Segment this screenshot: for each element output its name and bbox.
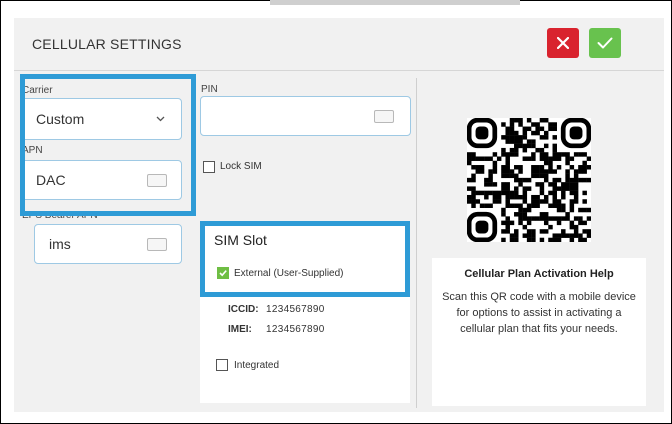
external-sim-label: External (User-Supplied) [234, 268, 344, 279]
keyboard-icon[interactable] [374, 110, 394, 123]
eps-bearer-apn-input[interactable]: ims [34, 224, 182, 264]
highlight-carrier-apn [20, 74, 196, 216]
external-sim-checkbox[interactable] [217, 267, 229, 279]
help-text: Scan this QR code with a mobile device f… [442, 291, 636, 335]
column-divider [416, 78, 417, 408]
qr-code [466, 117, 592, 243]
confirm-button[interactable] [589, 28, 621, 58]
lock-sim-label: Lock SIM [220, 161, 262, 172]
check-icon [219, 270, 227, 277]
dialog-header: CELLULAR SETTINGS [14, 18, 664, 71]
cancel-button[interactable] [547, 28, 579, 58]
pin-input[interactable] [200, 96, 411, 136]
cellular-settings-dialog: CELLULAR SETTINGS Carrier Custom APN DAC… [14, 18, 664, 412]
integrated-label: Integrated [234, 360, 280, 371]
close-icon [557, 37, 569, 49]
eps-bearer-apn-value: ims [49, 236, 71, 252]
top-strip [270, 0, 520, 5]
dialog-title: CELLULAR SETTINGS [32, 36, 182, 52]
sim-slot-title: SIM Slot [214, 232, 267, 248]
check-icon [597, 37, 613, 49]
pin-label: PIN [201, 84, 218, 95]
iccid-label: ICCID: [228, 304, 259, 315]
help-title: Cellular Plan Activation Help [464, 268, 614, 280]
keyboard-icon[interactable] [147, 238, 167, 251]
imei-value: 1234567890 [266, 324, 325, 335]
imei-label: IMEI: [228, 324, 252, 335]
iccid-value: 1234567890 [266, 304, 325, 315]
integrated-checkbox[interactable] [216, 359, 228, 371]
lock-sim-checkbox[interactable] [203, 161, 215, 173]
qr-code-image [466, 117, 592, 243]
